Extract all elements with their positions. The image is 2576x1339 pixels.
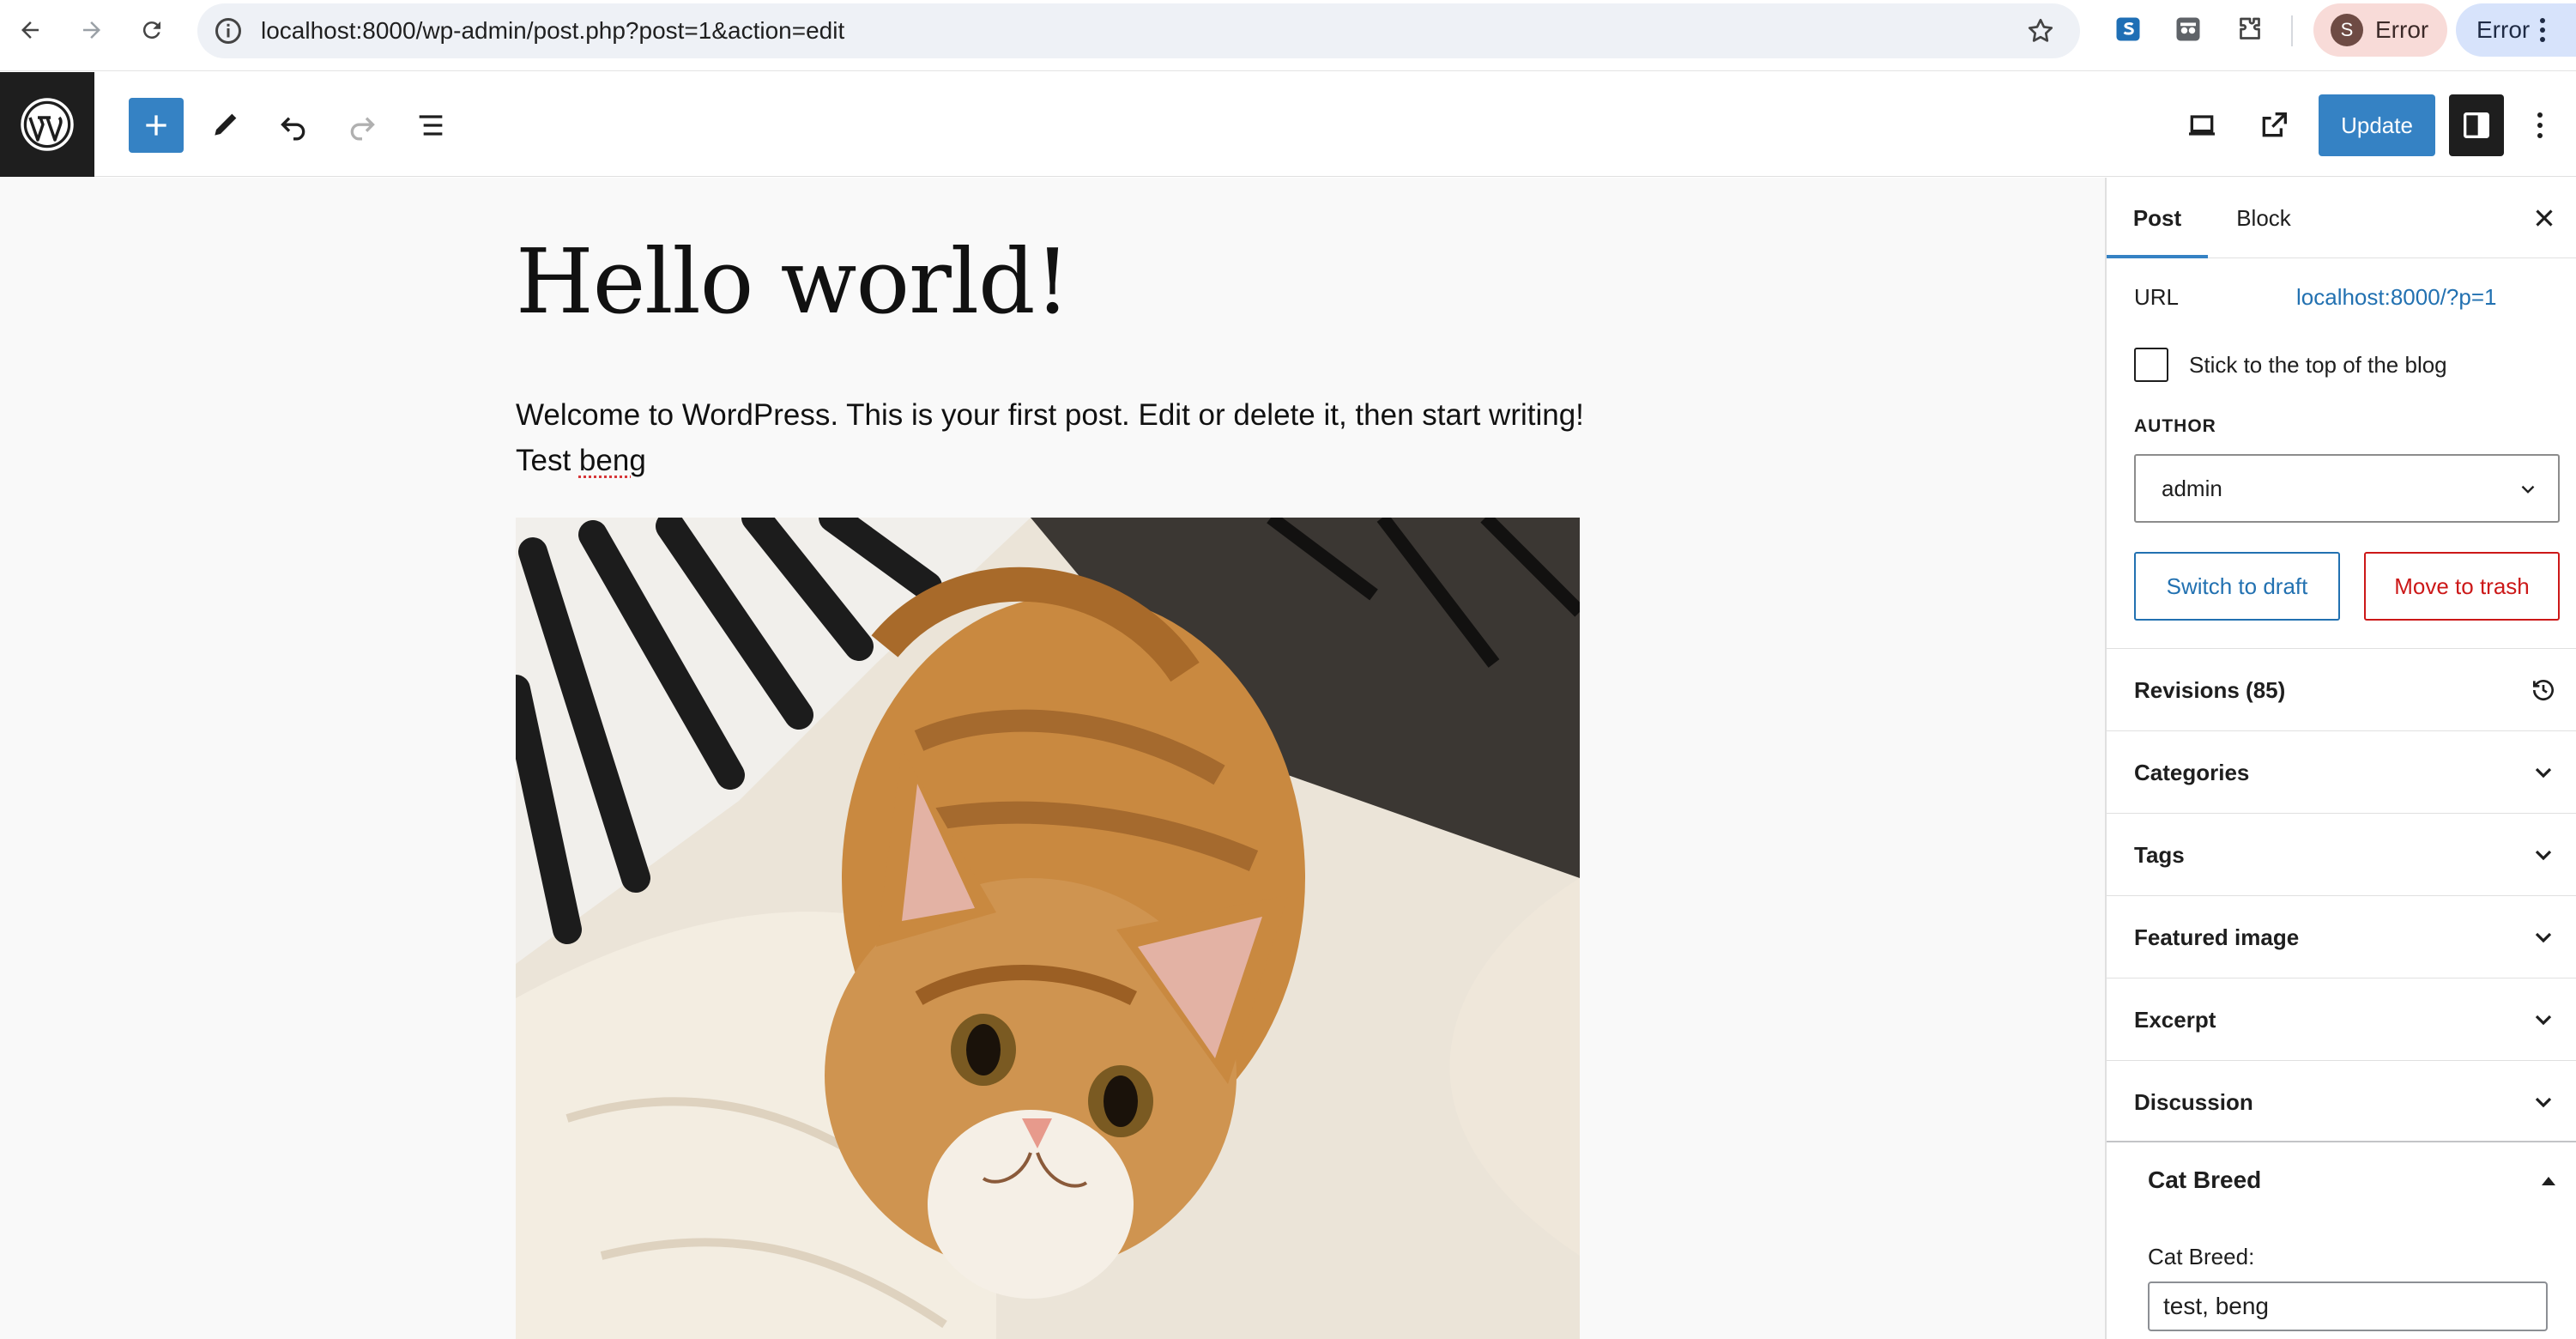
post-title[interactable]: Hello world! <box>516 229 1070 334</box>
sync-error-button[interactable]: Error <box>2456 3 2576 57</box>
settings-sidebar: Post Block URL localhost:8000/?p=1 Stick… <box>2105 178 2576 1339</box>
panel-featured-image[interactable]: Featured image <box>2107 895 2576 978</box>
panel-revisions[interactable]: Revisions (85) <box>2107 648 2576 730</box>
avatar: S <box>2331 14 2363 46</box>
image-block[interactable] <box>516 518 1580 1339</box>
view-post-button[interactable] <box>2246 98 2301 153</box>
author-select[interactable]: admin <box>2134 454 2560 523</box>
post-url-link[interactable]: localhost:8000/?p=1 <box>2296 284 2496 311</box>
sidebar-tabs: Post Block <box>2107 178 2576 258</box>
history-icon <box>2533 680 2554 700</box>
toolbar-divider <box>2291 15 2293 46</box>
panel-excerpt[interactable]: Excerpt <box>2107 978 2576 1060</box>
chevron-down-icon <box>2535 1097 2552 1108</box>
sync-status-label: Error <box>2476 16 2531 43</box>
tools-button[interactable] <box>197 98 252 153</box>
extension-s-icon <box>2116 17 2140 41</box>
address-bar[interactable]: localhost:8000/wp-admin/post.php?post=1&… <box>197 3 2080 58</box>
chevron-down-icon <box>2535 767 2552 779</box>
reload-button[interactable] <box>132 10 172 50</box>
forward-button[interactable] <box>72 10 112 50</box>
arrow-left-icon <box>21 21 39 39</box>
browser-toolbar: localhost:8000/wp-admin/post.php?post=1&… <box>0 0 2576 71</box>
desktop-icon <box>2189 115 2215 136</box>
chevron-down-icon <box>2535 932 2552 943</box>
undo-button[interactable] <box>266 98 321 153</box>
paragraph-block[interactable]: Welcome to WordPress. This is your first… <box>516 392 1588 483</box>
redo-button[interactable] <box>335 98 390 153</box>
switch-to-draft-button[interactable]: Switch to draft <box>2134 552 2340 621</box>
panel-title: Discussion <box>2134 1089 2253 1115</box>
close-icon[interactable] <box>2530 203 2559 233</box>
panel-categories[interactable]: Categories <box>2107 730 2576 813</box>
extension-spy-icon <box>2176 17 2200 41</box>
misspelled-word: beng <box>578 444 646 477</box>
editor-header: Update <box>0 72 2576 177</box>
cat-breed-meta-box: Cat Breed Cat Breed: <box>2107 1141 2576 1339</box>
extension-spy-button[interactable] <box>2171 12 2205 46</box>
tab-block[interactable]: Block <box>2208 178 2319 258</box>
arrow-right-icon <box>83 21 100 39</box>
sticky-label: Stick to the top of the blog <box>2189 352 2447 378</box>
collapse-arrow-icon[interactable] <box>2542 1177 2555 1185</box>
chevron-down-icon <box>2535 850 2552 861</box>
profile-status-label: Error <box>2375 16 2429 43</box>
settings-sidebar-toggle[interactable] <box>2449 94 2504 156</box>
update-button[interactable]: Update <box>2319 94 2435 156</box>
browser-menu-icon[interactable] <box>2540 18 2546 42</box>
move-to-trash-button[interactable]: Move to trash <box>2364 552 2560 621</box>
author-value: admin <box>2162 476 2222 501</box>
external-link-icon <box>2262 112 2287 137</box>
panel-discussion[interactable]: Discussion <box>2107 1060 2576 1142</box>
url-label: URL <box>2134 284 2180 310</box>
bookmark-star-icon[interactable] <box>2025 15 2056 46</box>
pencil-icon <box>215 113 237 136</box>
preview-button[interactable] <box>2174 98 2229 153</box>
paragraph-text: Welcome to WordPress. This is your first… <box>516 398 1584 477</box>
author-label: AUTHOR <box>2134 416 2216 436</box>
panel-title: Featured image <box>2134 924 2300 950</box>
cat-breed-label: Cat Breed: <box>2148 1244 2255 1269</box>
extensions-button[interactable] <box>2233 12 2267 46</box>
panel-title: Categories <box>2134 760 2250 785</box>
panel-title: Tags <box>2134 842 2185 868</box>
options-menu-icon[interactable] <box>2523 106 2557 144</box>
cat-breed-input[interactable] <box>2148 1281 2548 1331</box>
panel-title: Revisions (85) <box>2134 677 2286 703</box>
sticky-checkbox[interactable] <box>2134 348 2168 382</box>
meta-box-title[interactable]: Cat Breed <box>2148 1166 2261 1194</box>
plus-icon <box>146 115 166 136</box>
site-info-icon[interactable] <box>213 15 244 46</box>
wordpress-logo-button[interactable] <box>0 72 94 177</box>
chevron-down-icon <box>2521 485 2535 494</box>
tab-post[interactable]: Post <box>2107 178 2208 258</box>
extension-s-button[interactable] <box>2111 12 2145 46</box>
redo-icon <box>350 117 375 141</box>
list-view-icon <box>419 115 443 136</box>
chevron-down-icon <box>2535 1015 2552 1026</box>
document-overview-button[interactable] <box>403 98 458 153</box>
back-button[interactable] <box>10 10 50 50</box>
panel-title: Excerpt <box>2134 1007 2216 1033</box>
url-text: localhost:8000/wp-admin/post.php?post=1&… <box>261 17 845 44</box>
sidebar-icon <box>2464 112 2489 138</box>
block-inserter-button[interactable] <box>129 98 184 153</box>
profile-button[interactable]: S Error <box>2313 3 2447 57</box>
panel-tags[interactable]: Tags <box>2107 813 2576 895</box>
editor-canvas[interactable]: Hello world! Welcome to WordPress. This … <box>0 178 2105 1339</box>
wordpress-logo-icon <box>21 98 74 151</box>
cat-photo <box>516 518 1580 1339</box>
reload-icon <box>142 21 160 39</box>
undo-icon <box>281 117 305 141</box>
puzzle-icon <box>2240 17 2260 39</box>
